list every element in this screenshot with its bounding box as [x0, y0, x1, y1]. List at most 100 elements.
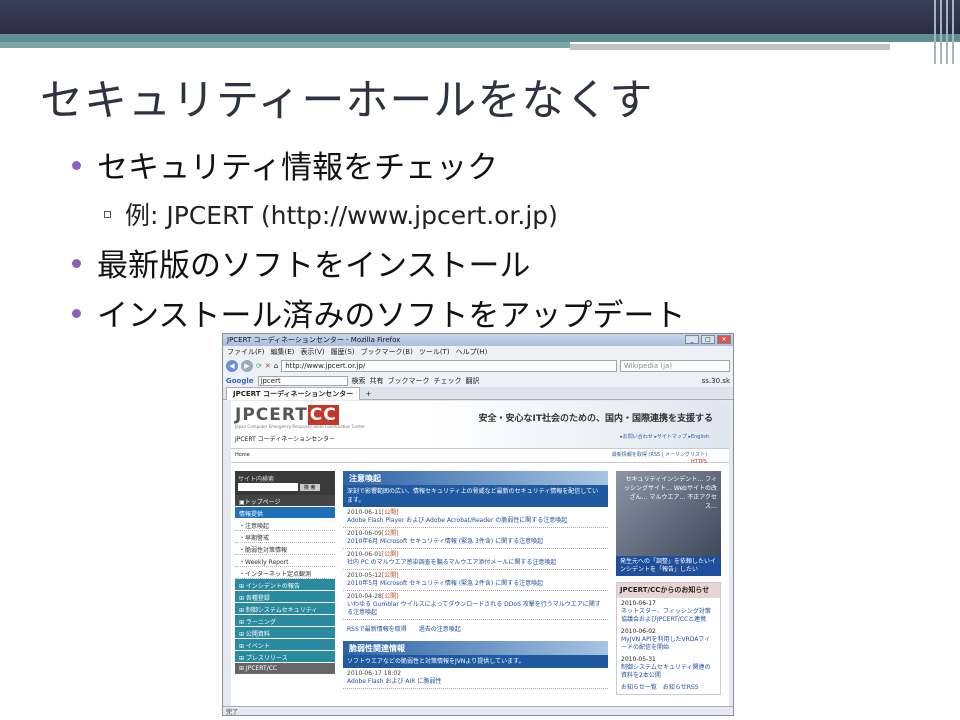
- news-date: 2010-06-02: [621, 628, 656, 635]
- sidebar-item[interactable]: 情報提供: [235, 507, 335, 519]
- sidebar-item[interactable]: ⊞ 制御システムセキュリティ: [235, 603, 335, 615]
- sidebar-item[interactable]: ⊞ JPCERT/CC: [235, 663, 335, 675]
- alert-date-text: 2010-06-11: [347, 509, 382, 516]
- gbar-translate-button[interactable]: 翻訳: [466, 376, 480, 386]
- alert-title[interactable]: Adobe Flash Player および Adobe Acrobat/Rea…: [347, 517, 604, 525]
- menu-bookmarks[interactable]: ブックマーク(B): [361, 348, 413, 356]
- bullet-check-info: セキュリティ情報をチェック: [72, 142, 498, 187]
- gbar-check-button[interactable]: チェック: [434, 376, 462, 386]
- slide-corner-decoration: [930, 0, 960, 64]
- web-page: JPCERT CC Japan Computer Emergency Respon…: [231, 401, 729, 707]
- menu-view[interactable]: 表示(V): [300, 348, 324, 356]
- banner-caption[interactable]: 発生元への「調整」を依頼したいインシデントを「報告」したい: [616, 556, 721, 576]
- rss-link[interactable]: 最新情報を取得 (RSS | メーリングリスト): [612, 451, 707, 458]
- news-list: 2010-06-17 ネットスター、フィッシング対策協議会およびJPCERT/CC…: [617, 598, 720, 682]
- sidebar-menu: ▣トップページ 情報提供 ・注意喚起 ・早期警戒 ・脆弱性対策情報 ・Weekly Rep…: [235, 495, 335, 675]
- alerts-heading: 注意喚起: [343, 471, 608, 485]
- left-sidebar: サイト内検索 検 索 ▣トップページ 情報提供 ・注意喚起 ・早期警戒 ・脆弱性対策情報…: [235, 471, 335, 675]
- alert-tag: [公開]: [381, 530, 399, 537]
- menu-help[interactable]: ヘルプ(H): [456, 348, 488, 356]
- sidebar-item[interactable]: ・脆弱性対策情報: [235, 543, 335, 555]
- back-icon[interactable]: ◀: [226, 360, 238, 372]
- sidebar-item[interactable]: ⊞ 各種登録: [235, 591, 335, 603]
- sidebar-item[interactable]: ⊞ イベント: [235, 639, 335, 651]
- news-title[interactable]: 制御システムセキュリティ関連の資料を2本公開: [621, 664, 716, 680]
- alert-tag: [公開]: [381, 572, 399, 579]
- news-date: 2010-06-17: [621, 600, 656, 607]
- menu-tools[interactable]: ツール(T): [419, 348, 450, 356]
- alert-date-text: 2010-05-12: [347, 572, 382, 579]
- alert-title[interactable]: 社内 PC のマルウエア感染調査を騙るマルウエア添付メールに関する注意喚起: [347, 559, 604, 567]
- news-item[interactable]: 2010-05-31 制御システムセキュリティ関連の資料を2本公開: [617, 654, 720, 682]
- gbar-search-button[interactable]: 検索: [352, 376, 366, 386]
- alert-item[interactable]: 2010-06-01[公開] 社内 PC のマルウエア感染調査を騙るマルウエア添付…: [343, 549, 608, 570]
- home-icon[interactable]: ⌂: [274, 362, 278, 370]
- site-search-button[interactable]: 検 索: [299, 483, 320, 491]
- sidebar-item[interactable]: ⊞ インシデントの報告: [235, 579, 335, 591]
- tab-jpcert[interactable]: JPCERT コーディネーションセンター: [226, 387, 361, 400]
- site-search-box: サイト内検索 検 索: [235, 471, 335, 495]
- news-item[interactable]: 2010-06-02 MyJVN APIを利用したVRDAフィードの配信を開始: [617, 626, 720, 654]
- slide-gray-band: [570, 44, 890, 50]
- url-bar[interactable]: http://www.jpcert.or.jp/: [281, 360, 617, 372]
- sidebar-item[interactable]: ⊞ ラーニング: [235, 615, 335, 627]
- menu-history[interactable]: 履歴(S): [331, 348, 355, 356]
- site-search-input[interactable]: [238, 483, 298, 491]
- forward-icon[interactable]: ▶: [241, 360, 253, 372]
- news-title[interactable]: MyJVN APIを利用したVRDAフィードの配信を開始: [621, 636, 716, 652]
- bullet-update-installed: インストール済みのソフトをアップデート: [72, 290, 685, 335]
- alert-title[interactable]: 2010年5月 Microsoft セキュリティ情報 (緊急 2件含) に関する…: [347, 580, 604, 588]
- news-item[interactable]: 2010-06-17 ネットスター、フィッシング対策協議会およびJPCERT/CC…: [617, 598, 720, 626]
- menu-file[interactable]: ファイル(F): [227, 348, 265, 356]
- google-search-input[interactable]: jpcert: [257, 375, 348, 386]
- alert-item[interactable]: 2010-06-09[公開] 2010年6月 Microsoft セキュリティ情報…: [343, 528, 608, 549]
- site-tagline: 安全・安心なIT社会のための、国内・国際連携を支援する: [478, 414, 714, 424]
- sidebar-item[interactable]: ・早期警戒: [235, 531, 335, 543]
- slide-teal-band: [0, 34, 960, 42]
- jpcert-logo[interactable]: JPCERT CC: [235, 405, 339, 425]
- google-toolbar: Google jpcert 検索 共有 ブックマーク チェック 翻訳 ss.30…: [223, 374, 733, 387]
- menu-edit[interactable]: 編集(E): [271, 348, 295, 356]
- sidebar-item[interactable]: ▣トップページ: [235, 495, 335, 507]
- close-icon[interactable]: ✕: [717, 335, 731, 344]
- https-link[interactable]: HTTPS: [691, 459, 707, 465]
- alert-title[interactable]: 2010年6月 Microsoft セキュリティ情報 (緊急 3件含) に関する…: [347, 538, 604, 546]
- sidebar-item[interactable]: ⊞ プレスリリース: [235, 651, 335, 663]
- news-links[interactable]: お知らせ一覧 お知らせRSS: [617, 682, 720, 694]
- gbar-share-button[interactable]: 共有: [370, 376, 384, 386]
- news-heading: JPCERT/CCからのお知らせ: [617, 583, 720, 598]
- sidebar-item[interactable]: ・インターネット定点観測: [235, 567, 335, 579]
- vuln-item[interactable]: 2010-06-17 18:02 Adobe Flash および AIR に脆弱性: [343, 668, 608, 689]
- alert-title[interactable]: いわゆる Gumblar ウイルスによってダウンロードされる DDoS 攻撃を行…: [347, 601, 604, 617]
- alert-date: 2010-06-09[公開]: [347, 530, 604, 538]
- square-bullet-icon: [104, 210, 111, 218]
- vuln-description: ソフトウエアなどの脆弱性と対策情報をJVNより提供しています。: [343, 655, 608, 668]
- gbar-bookmark-button[interactable]: ブックマーク: [388, 376, 430, 386]
- maximize-icon[interactable]: □: [701, 335, 715, 344]
- breadcrumb-home[interactable]: Home: [235, 452, 250, 458]
- alert-date: 2010-06-11[公開]: [347, 509, 604, 517]
- minimize-icon[interactable]: _: [685, 335, 699, 344]
- main-column: 注意喚起 深刻で影響範囲の広い、情報セキュリティ上の脅威など最新のセキュリティ情…: [343, 471, 608, 689]
- google-logo: Google: [226, 376, 254, 385]
- reload-icon[interactable]: ⟳: [256, 362, 262, 370]
- gbar-signin[interactable]: ss.30.sk: [702, 377, 730, 385]
- alert-tag: [公開]: [381, 593, 399, 600]
- alert-item[interactable]: 2010-06-11[公開] Adobe Flash Player および Ado…: [343, 507, 608, 528]
- sidebar-item[interactable]: ・注意喚起: [235, 519, 335, 531]
- sidebar-item[interactable]: ⊞ 公開資料: [235, 627, 335, 639]
- incident-report-banner[interactable]: セキュリティインシデント… フィッシングサイト… Webサイトの改ざん… マルウ…: [616, 471, 721, 556]
- news-date: 2010-05-31: [621, 656, 656, 663]
- bullet-dot-icon: [72, 259, 81, 268]
- alerts-links[interactable]: RSSで最新情報を取得 過去の注意喚起: [343, 620, 608, 637]
- news-title[interactable]: ネットスター、フィッシング対策協議会およびJPCERT/CCと連携: [621, 608, 716, 624]
- sidebar-item[interactable]: ・Weekly Report: [235, 555, 335, 567]
- slide-title: セキュリティーホールをなくす: [40, 76, 654, 126]
- stop-icon[interactable]: ✕: [265, 362, 271, 370]
- alert-item[interactable]: 2010-05-12[公開] 2010年5月 Microsoft セキュリティ情報…: [343, 570, 608, 591]
- alert-item[interactable]: 2010-04-28[公開] いわゆる Gumblar ウイルスによってダウンロー…: [343, 591, 608, 620]
- new-tab-icon[interactable]: +: [366, 390, 372, 398]
- search-bar[interactable]: Wikipedia (ja): [620, 360, 730, 372]
- header-links[interactable]: ▸お問い合わせ ▸サイトマップ ▸English: [620, 433, 709, 440]
- menubar: ファイル(F) 編集(E) 表示(V) 履歴(S) ブックマーク(B) ツール(T) ヘルプ…: [223, 346, 733, 358]
